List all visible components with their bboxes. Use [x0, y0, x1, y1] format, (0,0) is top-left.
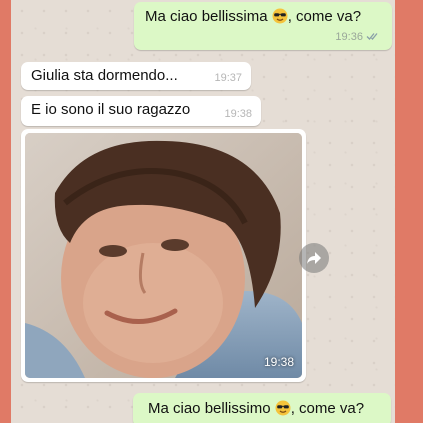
chat-panel: Ma ciao bellissima , come va? 19:36 Giul… [11, 0, 395, 423]
incoming-photo-message[interactable]: 19:38 [21, 129, 306, 382]
message-time: 19:36 [335, 31, 363, 43]
message-text: E io sono il suo ragazzo [31, 101, 191, 118]
incoming-message[interactable]: E io sono il suo ragazzo 19:38 [21, 96, 261, 126]
outgoing-message[interactable]: Ma ciao bellissima , come va? 19:36 [134, 2, 392, 50]
outgoing-message[interactable]: Ma ciao bellissimo , come va? [133, 393, 391, 423]
photo-time: 19:38 [263, 355, 294, 369]
message-meta: 19:36 [335, 28, 380, 46]
photo[interactable]: 19:38 [25, 133, 302, 378]
photo-image [25, 133, 302, 378]
message-text: Giulia sta dormendo... [31, 67, 178, 84]
sunglasses-emoji-icon [272, 8, 288, 24]
incoming-message[interactable]: Giulia sta dormendo... 19:37 [21, 62, 251, 90]
message-time: 19:38 [224, 108, 252, 120]
message-time: 19:37 [214, 72, 242, 84]
forward-button[interactable] [299, 243, 329, 273]
message-text: Ma ciao bellissima , come va? [145, 8, 362, 25]
message-text: Ma ciao bellissimo , come va? [148, 400, 365, 417]
sunglasses-emoji-icon [275, 400, 291, 416]
forward-icon [307, 252, 321, 264]
double-check-icon [366, 33, 378, 40]
